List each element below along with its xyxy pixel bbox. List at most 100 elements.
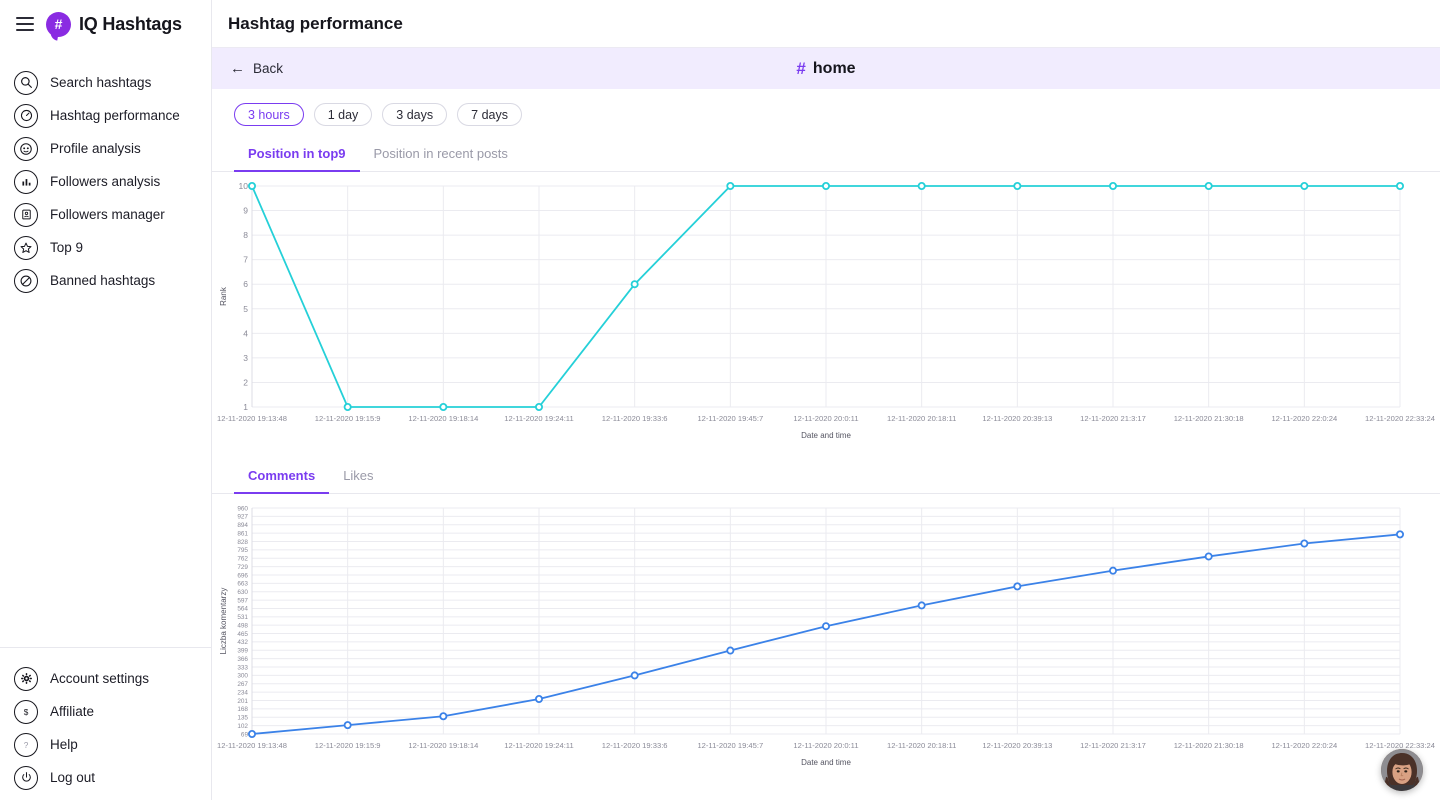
y-axis-title: Rank (219, 286, 228, 306)
y-axis-tick-label: 8 (243, 230, 248, 240)
tab-position-in-recent-posts[interactable]: Position in recent posts (360, 140, 522, 172)
sidebar-item-account-settings[interactable]: Account settings (0, 662, 211, 695)
x-axis-tick-label: 12-11-2020 19:13:48 (217, 414, 287, 423)
data-point[interactable] (1300, 181, 1309, 190)
sidebar-item-label: Hashtag performance (50, 108, 180, 123)
data-point[interactable] (534, 694, 543, 703)
x-axis-tick-label: 12-11-2020 21:3:17 (1080, 414, 1146, 423)
data-point[interactable] (822, 622, 831, 631)
range-button-3-hours[interactable]: 3 hours (234, 103, 304, 126)
data-point[interactable] (248, 729, 257, 738)
content-card: ← Back # home 3 hours 1 day 3 days 7 day… (212, 48, 1440, 800)
y-axis-tick-label: 267 (237, 681, 248, 688)
data-point[interactable] (248, 181, 257, 190)
hash-logo-icon: # (46, 11, 71, 37)
data-point[interactable] (726, 646, 735, 655)
engagement-tabs: Comments Likes (212, 462, 1440, 494)
y-axis-tick-label: 1 (243, 402, 248, 412)
data-point[interactable] (630, 671, 639, 680)
hash-icon: # (796, 58, 806, 78)
sidebar-item-affiliate[interactable]: $ Affiliate (0, 695, 211, 728)
data-point[interactable] (917, 601, 926, 610)
data-point[interactable] (439, 712, 448, 721)
data-point[interactable] (1109, 181, 1118, 190)
sidebar-item-profile-analysis[interactable]: Profile analysis (0, 132, 211, 165)
sidebar: # IQ Hashtags Search hashtags Hashtag pe… (0, 0, 212, 800)
data-point[interactable] (1204, 552, 1213, 561)
comments-chart[interactable]: 69102135 168201 234267300 333366399 432465 49… (212, 494, 1440, 779)
x-axis-tick-label: 12-11-2020 19:33:6 (602, 414, 668, 423)
x-axis-tick-label: 12-11-2020 19:24:11 (504, 414, 573, 423)
dollar-icon: $ (14, 699, 38, 724)
y-axis-tick-label: 300 (237, 673, 248, 680)
hashtag-subheader: ← Back # home (212, 48, 1440, 89)
tab-position-in-top9[interactable]: Position in top9 (234, 140, 360, 172)
x-axis-tick-label: 12-11-2020 19:18:14 (408, 414, 478, 423)
sidebar-bottom-nav: Account settings $ Affiliate ? Help Log … (0, 648, 211, 800)
y-axis-tick-label: 531 (237, 614, 248, 621)
sidebar-item-banned-hashtags[interactable]: Banned hashtags (0, 264, 211, 297)
sidebar-item-label: Search hashtags (50, 75, 152, 90)
data-point[interactable] (1013, 582, 1022, 591)
y-axis-tick-label: 4 (243, 328, 248, 338)
sidebar-item-label: Account settings (50, 671, 150, 686)
search-icon (14, 70, 38, 95)
data-point[interactable] (630, 280, 639, 289)
data-point[interactable] (726, 181, 735, 190)
y-axis-tick-label: 696 (237, 572, 248, 579)
y-axis-tick-label: 795 (237, 547, 248, 554)
y-axis-tick-label: 828 (237, 539, 248, 546)
data-point[interactable] (1204, 181, 1213, 190)
sidebar-item-search-hashtags[interactable]: Search hashtags (0, 66, 211, 99)
speedometer-icon (14, 103, 38, 128)
data-point[interactable] (343, 402, 352, 411)
tab-likes[interactable]: Likes (329, 462, 387, 494)
sidebar-item-followers-manager[interactable]: Followers manager (0, 198, 211, 231)
sidebar-item-label: Top 9 (50, 240, 84, 255)
data-point[interactable] (1396, 181, 1405, 190)
x-axis-tick-label: 12-11-2020 20:18:11 (887, 741, 956, 750)
y-axis-tick-label: 9 (243, 206, 248, 216)
range-button-3-days[interactable]: 3 days (382, 103, 448, 126)
y-axis-tick-label: 201 (237, 698, 248, 705)
sidebar-item-log-out[interactable]: Log out (0, 761, 211, 794)
gear-icon (14, 666, 38, 691)
sidebar-item-top-9[interactable]: Top 9 (0, 231, 211, 264)
data-point[interactable] (534, 402, 543, 411)
y-axis-title: Liczba komentarzy (219, 588, 228, 655)
x-axis-title: Date and time (801, 431, 851, 440)
range-button-1-day[interactable]: 1 day (313, 103, 373, 126)
rank-chart[interactable]: 1 2 3 4 5 6 7 8 9 10 12-11-2020 19:13:48 12-11-2020… (212, 172, 1440, 452)
sidebar-item-hashtag-performance[interactable]: Hashtag performance (0, 99, 211, 132)
data-point[interactable] (917, 181, 926, 190)
y-axis-tick-label: 10 (239, 181, 249, 191)
x-axis-tick-label: 12-11-2020 20:39:13 (982, 741, 1052, 750)
time-range-selector: 3 hours 1 day 3 days 7 days (212, 89, 1440, 132)
no-entry-icon (14, 268, 38, 293)
x-axis-tick-label: 12-11-2020 19:15:9 (315, 414, 381, 423)
tab-comments[interactable]: Comments (234, 462, 330, 494)
data-point[interactable] (1013, 181, 1022, 190)
back-label: Back (253, 61, 284, 76)
y-axis-tick-label: 7 (243, 255, 248, 265)
y-axis-tick-label: 894 (237, 522, 248, 529)
hamburger-icon[interactable] (16, 17, 34, 31)
data-point[interactable] (1109, 566, 1118, 575)
sidebar-item-followers-analysis[interactable]: Followers analysis (0, 165, 211, 198)
data-point[interactable] (822, 181, 831, 190)
range-button-7-days[interactable]: 7 days (457, 103, 522, 126)
data-point[interactable] (439, 402, 448, 411)
x-axis-tick-label: 12-11-2020 19:45:7 (697, 414, 763, 423)
y-axis-tick-label: 861 (237, 530, 248, 537)
x-axis-tick-label: 12-11-2020 19:33:6 (602, 741, 668, 750)
data-point[interactable] (1300, 539, 1309, 548)
data-point[interactable] (343, 721, 352, 730)
back-button[interactable]: ← Back (230, 61, 283, 76)
top-header-bar: Hashtag performance (212, 0, 1440, 48)
chat-support-avatar[interactable] (1381, 749, 1423, 791)
sidebar-item-help[interactable]: ? Help (0, 728, 211, 761)
sidebar-nav: Search hashtags Hashtag performance Prof… (0, 66, 211, 297)
data-point[interactable] (1396, 530, 1405, 539)
brand-logo[interactable]: # IQ Hashtags (46, 11, 182, 37)
x-axis-tick-label: 12-11-2020 19:18:14 (408, 741, 478, 750)
